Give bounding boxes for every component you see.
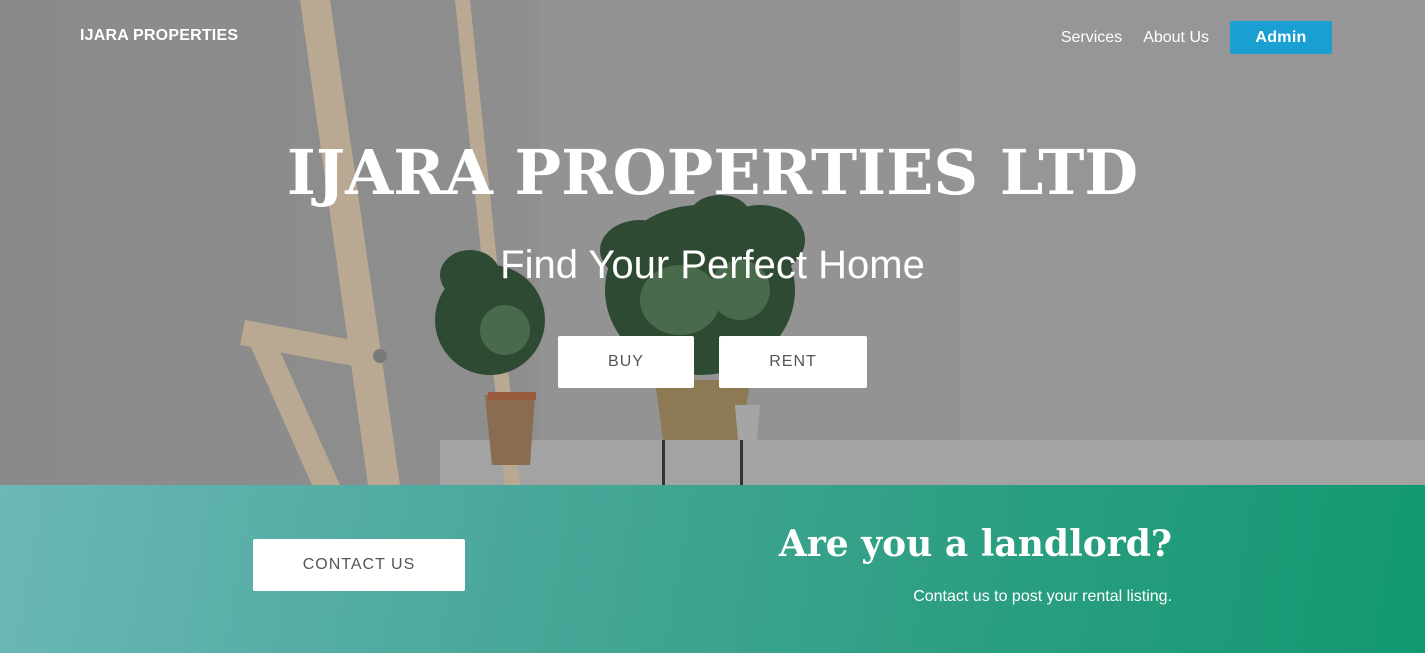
- landlord-heading: Are you a landlord?: [778, 523, 1172, 565]
- nav-services-link[interactable]: Services: [1061, 29, 1122, 47]
- admin-button[interactable]: Admin: [1230, 21, 1332, 54]
- hero-subtitle: Find Your Perfect Home: [500, 243, 925, 287]
- buy-button[interactable]: BUY: [558, 336, 694, 388]
- hero-title: IJARA PROPERTIES LTD: [286, 136, 1139, 209]
- landlord-description: Contact us to post your rental listing.: [913, 588, 1172, 605]
- site-logo[interactable]: IJARA PROPERTIES: [80, 27, 238, 45]
- contact-us-button[interactable]: CONTACT US: [253, 539, 465, 591]
- landlord-section: CONTACT US Are you a landlord? Contact u…: [0, 485, 1425, 653]
- rent-button[interactable]: RENT: [719, 336, 867, 388]
- nav-about-us-link[interactable]: About Us: [1143, 29, 1209, 47]
- top-nav: Services About Us Admin: [1061, 21, 1332, 54]
- hero-buttons: BUY RENT: [558, 336, 867, 388]
- hero-section: IJARA PROPERTIES Services About Us Admin…: [0, 0, 1425, 485]
